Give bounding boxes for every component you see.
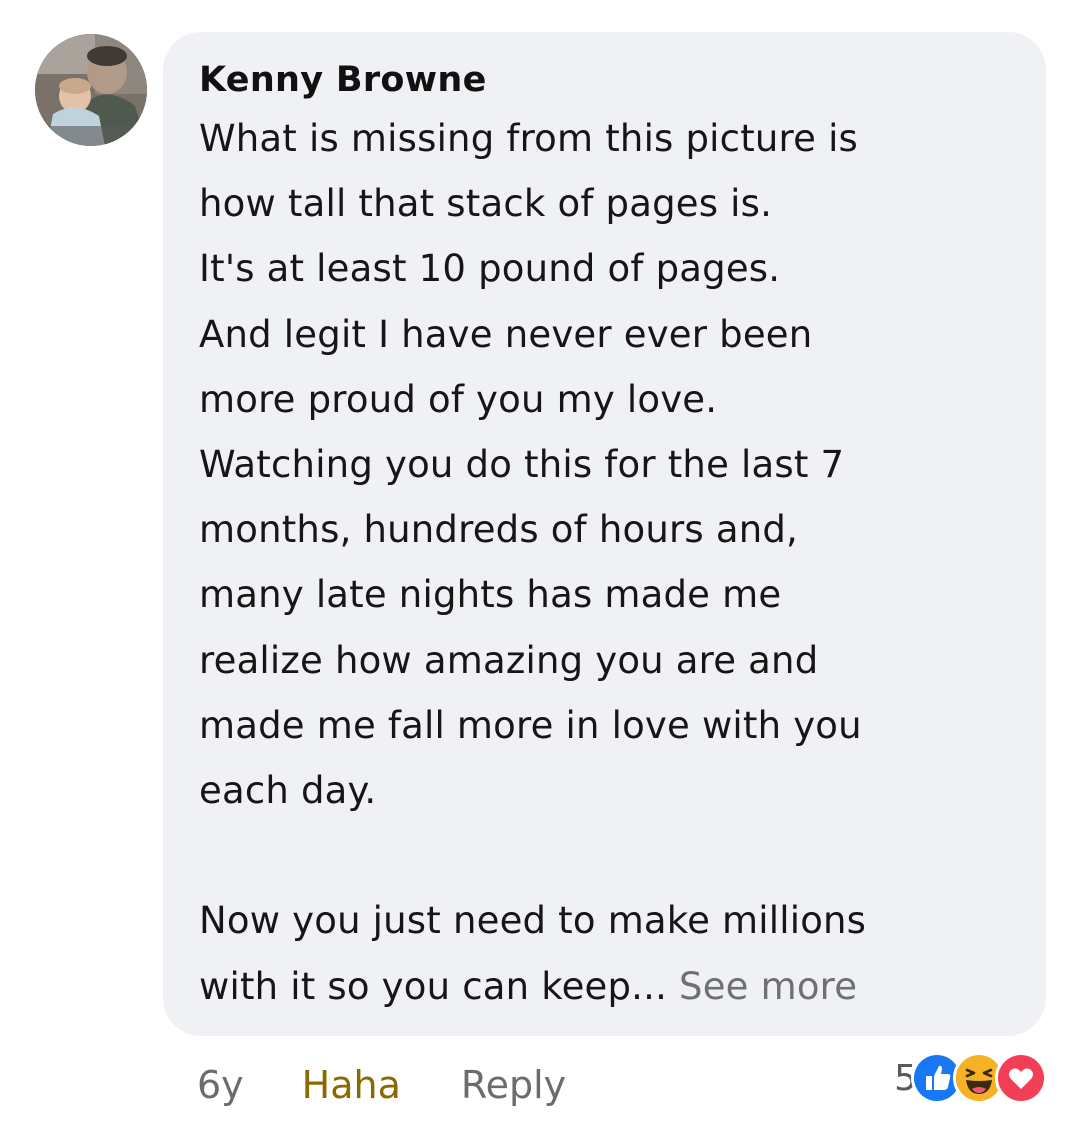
comment-text: What is missing from this picture is how… (199, 106, 1016, 1019)
haha-reaction-button[interactable]: Haha (302, 1063, 401, 1107)
see-more-link[interactable]: See more (679, 965, 857, 1008)
comment-line-text: with it so you can keep... (199, 964, 668, 1008)
comment-line-last: with it so you can keep... See more (199, 954, 1016, 1019)
comment-bubble: Kenny Browne What is missing from this p… (163, 32, 1046, 1036)
paragraph-break (199, 823, 1016, 888)
comment-line: What is missing from this picture is (199, 117, 859, 160)
comment-line: more proud of you my love. (199, 377, 718, 421)
comment-line: how tall that stack of pages is. (199, 182, 773, 226)
love-icon (995, 1052, 1047, 1104)
comment-line: made me fall more in love with you (199, 703, 862, 747)
comment-line: months, hundreds of hours and, (199, 508, 798, 552)
comment-actions: 6y Haha Reply (197, 1055, 566, 1115)
comment-line: It's at least 10 pound of pages. (199, 247, 781, 291)
comment-line: many late nights has made me (199, 573, 782, 617)
avatar-photo (35, 34, 147, 146)
comment-author[interactable]: Kenny Browne (199, 54, 1016, 106)
comment-line: each day. (199, 769, 377, 813)
comment-line: realize how amazing you are and (199, 638, 819, 682)
comment-line: Now you just need to make millions (199, 899, 867, 943)
avatar[interactable] (35, 34, 147, 146)
reaction-summary[interactable]: 5 (894, 1052, 1047, 1104)
comment-timestamp[interactable]: 6y (197, 1063, 244, 1107)
comment-line: Watching you do this for the last 7 (199, 443, 845, 487)
reply-button[interactable]: Reply (461, 1063, 566, 1107)
comment-line: And legit I have never ever been (199, 312, 813, 356)
